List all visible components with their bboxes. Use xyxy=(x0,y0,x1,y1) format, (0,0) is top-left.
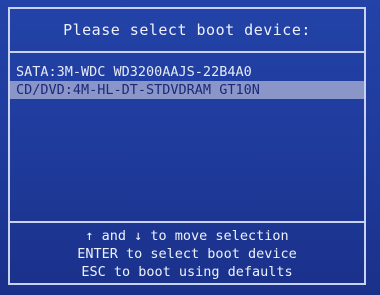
help-panel: ↑ and ↓ to move selection ENTER to selec… xyxy=(10,221,364,285)
boot-device-list: SATA:3M-WDC WD3200AAJS-22B4A0 CD/DVD:4M-… xyxy=(10,53,364,221)
boot-menu-screen: Please select boot device: SATA:3M-WDC W… xyxy=(0,0,380,295)
help-esc-text: ESC to boot using defaults xyxy=(81,264,293,280)
boot-menu-title: Please select boot device: xyxy=(63,21,311,39)
boot-menu-frame: Please select boot device: SATA:3M-WDC W… xyxy=(8,7,366,285)
title-bar: Please select boot device: xyxy=(10,9,364,53)
boot-device-sata[interactable]: SATA:3M-WDC WD3200AAJS-22B4A0 xyxy=(10,63,364,81)
help-navigation-text: ↑ and ↓ to move selection xyxy=(85,228,289,244)
boot-device-cd-dvd[interactable]: CD/DVD:4M-HL-DT-STDVDRAM GT10N xyxy=(10,81,364,99)
help-enter-text: ENTER to select boot device xyxy=(77,246,297,262)
